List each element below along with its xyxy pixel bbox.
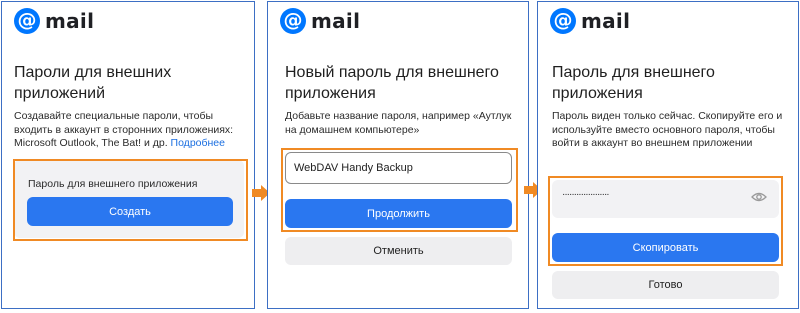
at-logo-icon: @ — [14, 8, 40, 34]
at-logo-icon: @ — [550, 8, 576, 34]
logo-text: mail — [45, 9, 95, 33]
done-button[interactable]: Готово — [552, 271, 779, 299]
highlight-frame — [281, 148, 518, 232]
mail-logo: @ mail — [280, 8, 360, 34]
page-title: Пароли для внешних приложений — [14, 64, 172, 102]
description: Создавайте специальные пароли, чтобы вхо… — [14, 110, 250, 151]
mail-logo: @ mail — [550, 8, 630, 34]
page-title: Новый пароль для внешнего приложения — [285, 64, 499, 102]
description: Добавьте название пароля, например «Аутл… — [285, 110, 512, 136]
cancel-button[interactable]: Отменить — [285, 237, 512, 265]
panel-create-password: @ mail Пароли для внешних приложений Соз… — [1, 1, 255, 309]
mail-logo: @ mail — [14, 8, 94, 34]
panel-password-created: @ mail Пароль для внешнего приложения Па… — [537, 1, 799, 309]
panel-new-password: @ mail Новый пароль для внешнего приложе… — [267, 1, 529, 309]
logo-text: mail — [311, 9, 361, 33]
learn-more-link[interactable]: Подробнее — [171, 137, 225, 149]
at-logo-icon: @ — [280, 8, 306, 34]
logo-text: mail — [581, 9, 631, 33]
highlight-frame — [548, 176, 783, 266]
highlight-frame — [13, 159, 248, 241]
page-title: Пароль для внешнего приложения — [552, 64, 715, 102]
description: Пароль виден только сейчас. Скопируйте е… — [552, 110, 783, 149]
